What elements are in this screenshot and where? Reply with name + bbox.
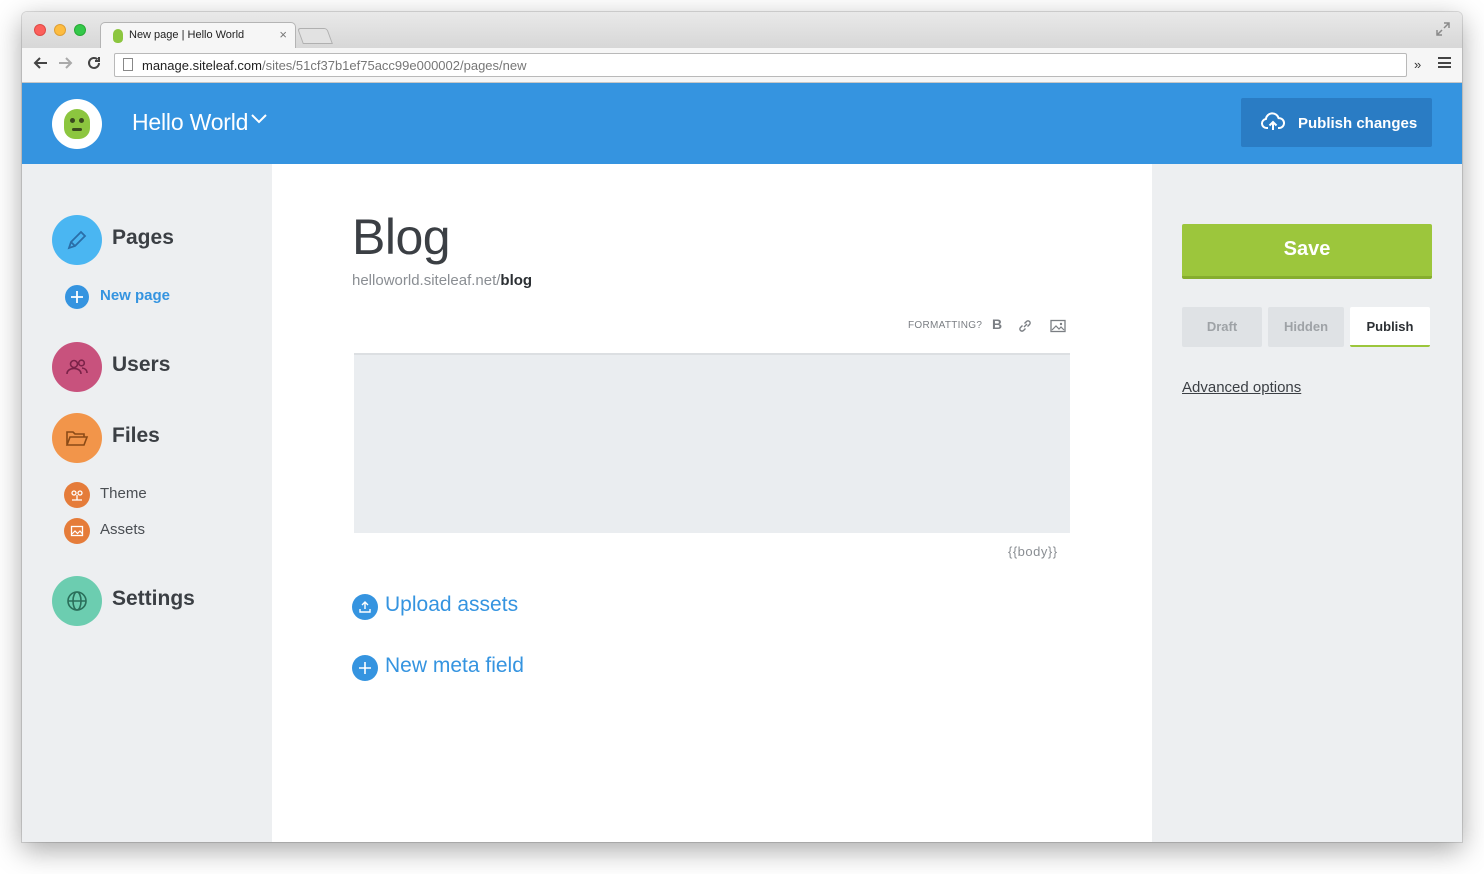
plus-icon <box>359 662 371 674</box>
status-publish-tab[interactable]: Publish <box>1350 307 1430 347</box>
sidebar-item-theme[interactable]: Theme <box>100 485 147 502</box>
body-editor[interactable] <box>354 353 1070 533</box>
files-nav-icon[interactable] <box>52 413 102 463</box>
save-label: Save <box>1283 238 1331 260</box>
zoom-window-button[interactable] <box>74 24 86 36</box>
cloud-upload-icon <box>1261 112 1285 130</box>
fullscreen-icon[interactable] <box>1436 22 1450 36</box>
users-nav-icon[interactable] <box>52 342 102 392</box>
formatting-help-link[interactable]: FORMATTING? <box>908 320 982 331</box>
logo-mouth <box>72 128 82 131</box>
logo-face <box>64 109 90 139</box>
insert-image-icon[interactable] <box>1050 319 1066 333</box>
users-icon <box>66 359 88 375</box>
url-path: /sites/51cf37b1ef75acc99e000002/pages/ne… <box>261 58 527 73</box>
publish-panel: Save Draft Hidden Publish Advanced optio… <box>1152 164 1462 842</box>
chevron-down-icon[interactable] <box>250 111 268 125</box>
siteleaf-logo-icon[interactable] <box>52 99 102 149</box>
sidebar-item-pages[interactable]: Pages <box>112 226 174 250</box>
upload-assets-link[interactable]: Upload assets <box>385 593 518 617</box>
plus-icon <box>71 291 83 303</box>
sidebar-item-users[interactable]: Users <box>112 353 170 377</box>
logo-eye-right <box>79 118 84 123</box>
address-bar[interactable]: manage.siteleaf.com/sites/51cf37b1ef75ac… <box>114 53 1407 77</box>
new-page-plus-icon[interactable] <box>65 285 89 309</box>
sidebar-item-settings[interactable]: Settings <box>112 587 195 611</box>
main-content: Blog helloworld.siteleaf.net/blog FORMAT… <box>272 164 1152 842</box>
browser-window: New page | Hello World × manage.siteleaf… <box>22 12 1462 842</box>
pages-nav-icon[interactable] <box>52 215 102 265</box>
publish-changes-button[interactable]: Publish changes <box>1241 98 1432 147</box>
settings-nav-icon[interactable] <box>52 576 102 626</box>
minimize-window-button[interactable] <box>54 24 66 36</box>
save-button[interactable]: Save <box>1182 224 1432 279</box>
folder-icon <box>65 431 89 446</box>
reload-icon[interactable] <box>86 55 102 71</box>
page-permalink[interactable]: helloworld.siteleaf.net/blog <box>352 272 532 289</box>
sidebar-item-files[interactable]: Files <box>112 424 160 448</box>
assets-nav-icon[interactable] <box>64 518 90 544</box>
browser-toolbar: manage.siteleaf.com/sites/51cf37b1ef75ac… <box>22 48 1462 83</box>
close-window-button[interactable] <box>34 24 46 36</box>
new-meta-field-icon[interactable] <box>352 655 378 681</box>
tab-strip: New page | Hello World × <box>22 12 1462 48</box>
globe-icon <box>67 591 87 611</box>
new-tab-button[interactable] <box>297 28 333 44</box>
browser-menu-icon[interactable] <box>1438 57 1451 68</box>
logo-eye-left <box>70 118 75 123</box>
forward-arrow-icon[interactable] <box>58 55 74 71</box>
new-meta-field-link[interactable]: New meta field <box>385 654 524 678</box>
link-icon[interactable] <box>1017 318 1033 334</box>
bold-icon[interactable]: B <box>992 316 1002 332</box>
tab-title: New page | Hello World <box>129 29 245 41</box>
theme-nav-icon[interactable] <box>64 482 90 508</box>
back-arrow-icon[interactable] <box>32 55 48 71</box>
url-text[interactable]: manage.siteleaf.com/sites/51cf37b1ef75ac… <box>142 58 527 73</box>
status-hidden-tab[interactable]: Hidden <box>1268 307 1344 347</box>
body-field-tag: {{body}} <box>1008 544 1058 559</box>
upload-icon <box>359 601 371 613</box>
theme-icon <box>71 490 83 501</box>
page-icon <box>123 58 133 71</box>
upload-assets-icon[interactable] <box>352 594 378 620</box>
pencil-icon <box>67 230 87 250</box>
sidebar: Pages New page Users Files Theme Assets … <box>22 164 272 842</box>
status-draft-tab[interactable]: Draft <box>1182 307 1262 347</box>
page-title[interactable]: Blog <box>352 208 451 266</box>
url-domain: manage.siteleaf.com <box>142 58 262 73</box>
site-switcher[interactable]: Hello World <box>132 109 248 136</box>
new-page-link[interactable]: New page <box>100 287 170 304</box>
permalink-base: helloworld.siteleaf.net/ <box>352 272 501 289</box>
browser-tab[interactable]: New page | Hello World × <box>100 22 296 48</box>
tab-close-icon[interactable]: × <box>279 27 287 42</box>
advanced-options-link[interactable]: Advanced options <box>1182 379 1301 396</box>
extensions-overflow-icon[interactable]: » <box>1414 57 1421 72</box>
siteleaf-favicon-icon <box>113 29 123 43</box>
sidebar-item-assets[interactable]: Assets <box>100 521 145 538</box>
image-icon <box>70 525 84 537</box>
permalink-slug[interactable]: blog <box>500 272 532 289</box>
app-header: Hello World Publish changes <box>22 83 1462 164</box>
publish-changes-label: Publish changes <box>1298 115 1418 132</box>
